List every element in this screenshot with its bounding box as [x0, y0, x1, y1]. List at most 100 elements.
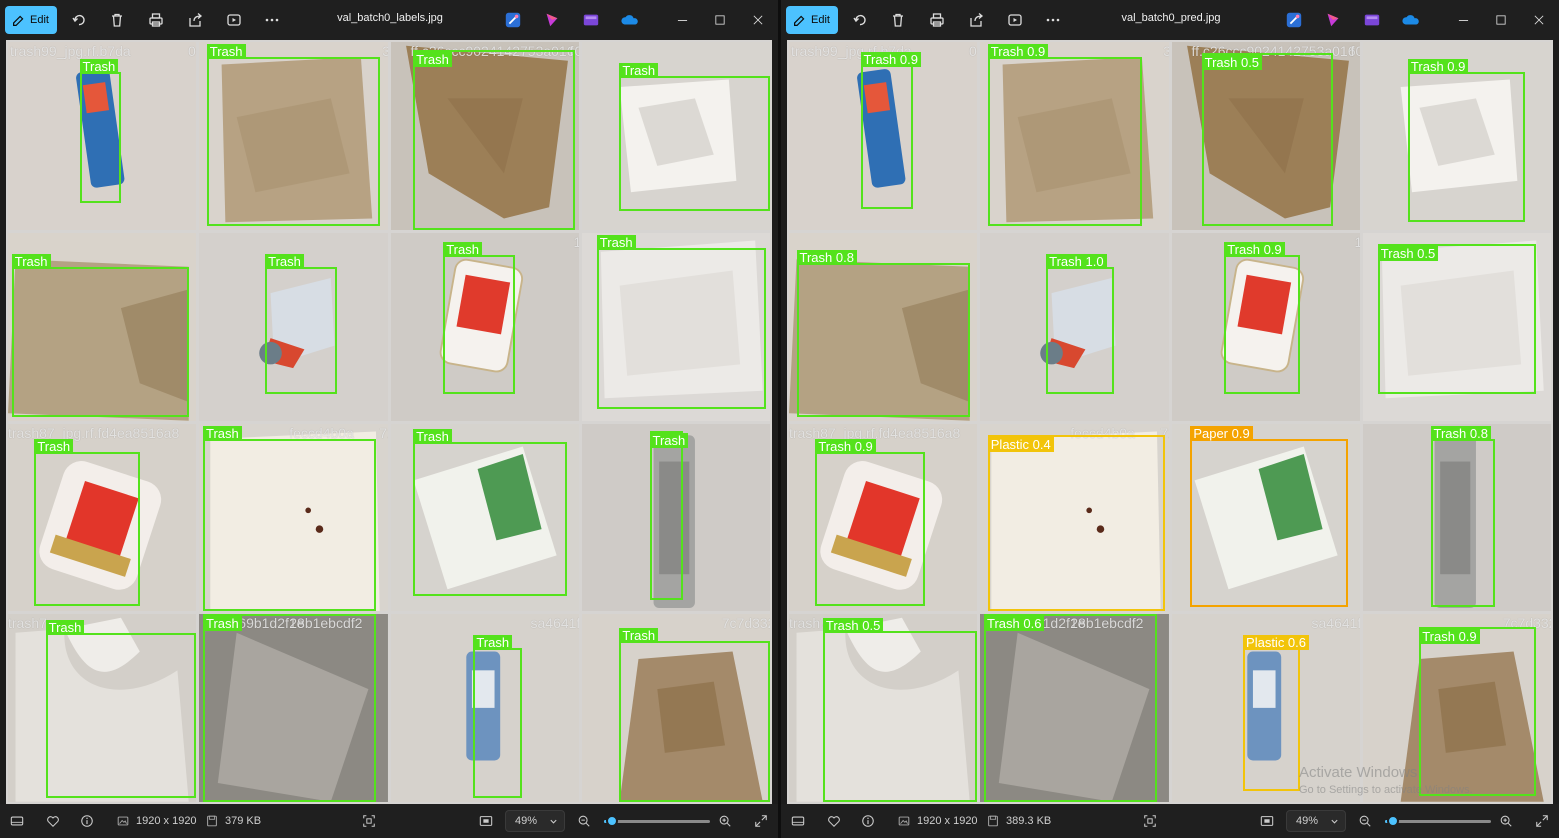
info-button[interactable] [80, 813, 94, 829]
full-screen-button[interactable] [1535, 813, 1549, 829]
zoom-slider-knob[interactable] [1387, 815, 1400, 827]
activate-windows-subtitle: Go to Settings to activate Windows. [1299, 784, 1473, 796]
detection-box: Trash [596, 234, 767, 410]
zoom-slider[interactable] [1385, 815, 1491, 827]
detection-label: Trash [45, 620, 85, 636]
video-editor-button[interactable] [581, 10, 601, 30]
image-grid: trash99_jpg.rf.b7da09Trash 0.93aTrash 0.… [787, 40, 1553, 804]
detection-label: Trash [265, 253, 304, 269]
fit-window-button[interactable] [1260, 813, 1274, 829]
detection-label: Trash [619, 62, 659, 78]
maximize-icon [715, 15, 725, 25]
actual-size-button[interactable] [362, 813, 376, 829]
detection-box: Paper 0.9 [1190, 425, 1349, 608]
filmstrip-button[interactable] [10, 813, 24, 829]
detection-box: Trash [34, 438, 140, 606]
image-tile: trash99_jpg.rf.b7da09Trash [8, 42, 197, 230]
zoom-dropdown[interactable]: 49% [1286, 810, 1346, 832]
delete-button[interactable] [883, 6, 913, 34]
maximize-button[interactable] [702, 6, 738, 34]
onedrive-button[interactable] [1401, 10, 1421, 30]
toolbar: Edit val_batch0_labels.jpg [0, 0, 778, 40]
zoom-in-button[interactable] [718, 813, 732, 829]
detection-box: Trash [619, 627, 770, 802]
detection-label: Trash 0.5 [822, 618, 884, 634]
info-button[interactable] [861, 813, 875, 829]
more-button[interactable] [1038, 6, 1068, 34]
rotate-button[interactable] [64, 6, 94, 34]
status-bar: 1920 x 1920 379 KB 49% [0, 804, 778, 838]
favorite-button[interactable] [827, 813, 841, 829]
dimensions-icon [117, 816, 129, 826]
share-icon [970, 13, 984, 27]
zoom-in-icon [719, 815, 731, 827]
share-button[interactable] [961, 6, 991, 34]
onedrive-button[interactable] [620, 10, 640, 30]
filmstrip-icon [791, 816, 805, 826]
filmstrip-button[interactable] [791, 813, 805, 829]
image-tile: 7c7d332f7e8Trash [581, 614, 770, 802]
zoom-slider[interactable] [604, 815, 710, 827]
image-tile: rf.c2bb51ac2b960371352Paper 0.9 [1171, 423, 1360, 612]
image-tile: 3aTrash 0.9 [980, 42, 1169, 230]
heart-icon [47, 816, 59, 827]
onedrive-icon [621, 15, 638, 25]
detection-label: Trash 1.0 [1046, 253, 1107, 269]
detection-label: Plastic 0.4 [987, 436, 1054, 452]
edit-button[interactable]: Edit [786, 6, 838, 34]
designer-button[interactable] [1284, 10, 1304, 30]
zoom-in-button[interactable] [1499, 813, 1513, 829]
maximize-button[interactable] [1483, 6, 1519, 34]
size-text: 389.3 KB [1006, 815, 1052, 827]
delete-button[interactable] [102, 6, 132, 34]
print-button[interactable] [922, 6, 952, 34]
detection-label: Trash 0.8 [796, 249, 857, 265]
favorite-button[interactable] [46, 813, 60, 829]
zoom-dropdown[interactable]: 49% [505, 810, 565, 832]
info-icon [862, 815, 874, 827]
share-button[interactable] [180, 6, 210, 34]
slideshow-button[interactable] [1000, 6, 1030, 34]
zoom-out-button[interactable] [1358, 813, 1372, 829]
full-screen-button[interactable] [754, 813, 768, 829]
clipchamp-button[interactable] [542, 10, 562, 30]
image-tile: feccd4b0a71fcc8c2596b4a71751f2b5Trash [199, 423, 388, 612]
detection-label: Trash [413, 51, 452, 67]
more-button[interactable] [257, 6, 287, 34]
detection-box: Trash [649, 431, 689, 600]
detection-box: Trash 0.5 [822, 618, 978, 802]
slideshow-button[interactable] [219, 6, 249, 34]
close-button[interactable] [1521, 6, 1557, 34]
minimize-icon [1458, 19, 1468, 21]
detection-label: Trash [203, 616, 242, 632]
designer-button[interactable] [503, 10, 523, 30]
minimize-button[interactable] [664, 6, 700, 34]
minimize-button[interactable] [1445, 6, 1481, 34]
fit-window-button[interactable] [479, 813, 493, 829]
image-tile: Trash [581, 423, 770, 612]
filmstrip-icon [10, 816, 24, 826]
edit-icon [13, 15, 24, 26]
zoom-slider-knob[interactable] [606, 815, 619, 827]
zoom-in-icon [1500, 815, 1512, 827]
rotate-button[interactable] [845, 6, 875, 34]
more-icon [1046, 18, 1060, 22]
detection-label: Trash 0.8 [1430, 425, 1491, 441]
detection-box: Plastic 0.6 [1243, 635, 1310, 791]
detection-box: Trash [203, 425, 377, 612]
edit-button[interactable]: Edit [5, 6, 57, 34]
close-button[interactable] [740, 6, 776, 34]
video-editor-button[interactable] [1362, 10, 1382, 30]
image-tile: trash7 Trash [8, 614, 197, 802]
expand-icon [755, 815, 767, 827]
clipchamp-button[interactable] [1323, 10, 1343, 30]
minimize-icon [677, 19, 687, 21]
detection-box: Trash [203, 614, 377, 802]
window-title: val_batch0_labels.jpg [337, 12, 443, 24]
detection-box: Plastic 0.4 [987, 434, 1165, 612]
clipchamp-icon [1327, 13, 1339, 27]
zoom-out-button[interactable] [577, 813, 591, 829]
print-button[interactable] [141, 6, 171, 34]
actual-size-button[interactable] [1143, 813, 1157, 829]
detection-label: Trash 0.9 [1407, 59, 1469, 75]
